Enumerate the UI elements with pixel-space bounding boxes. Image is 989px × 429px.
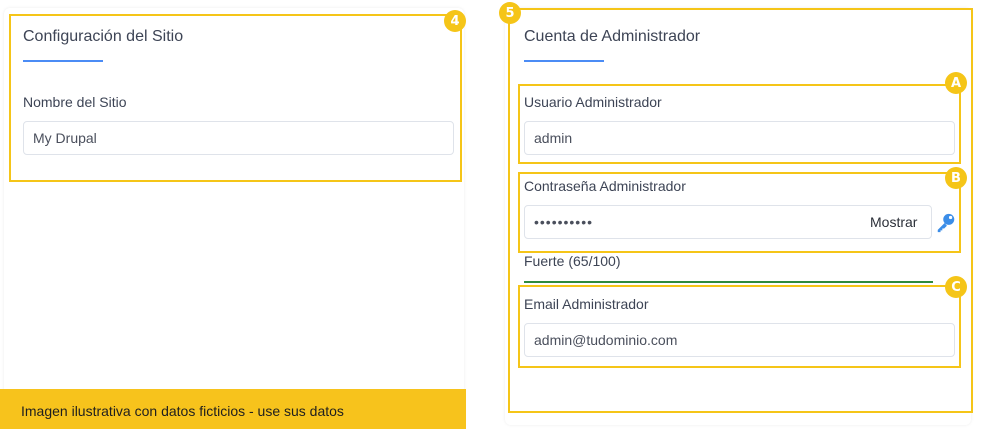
step-badge-4: 4 <box>444 10 466 32</box>
highlight-box-4 <box>9 14 462 182</box>
step-badge-5: 5 <box>499 2 521 24</box>
step-badge-b: B <box>945 167 967 189</box>
step-badge-c: C <box>945 276 967 298</box>
highlight-box-b <box>518 172 961 253</box>
highlight-box-a <box>518 84 961 164</box>
highlight-box-c <box>518 285 961 368</box>
notice-banner: Imagen ilustrativa con datos ficticios -… <box>0 389 466 429</box>
step-badge-a: A <box>945 72 967 94</box>
